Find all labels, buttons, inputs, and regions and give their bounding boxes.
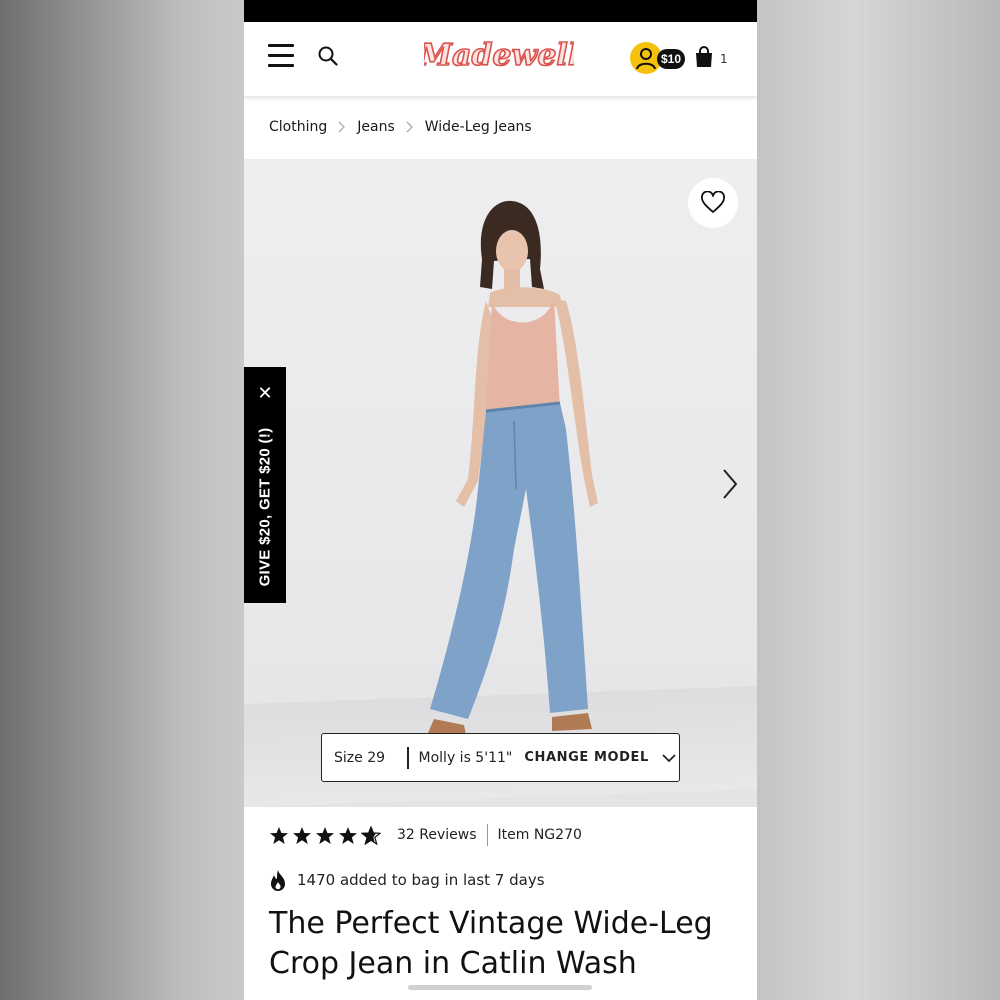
breadcrumb-jeans[interactable]: Jeans bbox=[357, 119, 395, 135]
next-image-arrow-icon[interactable] bbox=[718, 466, 742, 502]
popularity-notice: 1470 added to bag in last 7 days bbox=[268, 868, 545, 892]
brand-logo-text: Madewell bbox=[424, 38, 574, 73]
product-title: The Perfect Vintage Wide-Leg Crop Jean i… bbox=[269, 906, 713, 981]
flame-icon bbox=[271, 869, 285, 891]
product-photo bbox=[428, 200, 598, 735]
phone-screen: Madewell $10 1 Clothing Jeans Wide-Leg J… bbox=[244, 0, 757, 1000]
shopping-bag-icon[interactable] bbox=[695, 46, 713, 68]
bag-count: 1 bbox=[720, 52, 728, 66]
reviews-link[interactable]: 32 Reviews bbox=[397, 827, 477, 843]
chevron-down-icon[interactable] bbox=[661, 753, 677, 763]
item-number: Item NG270 bbox=[497, 827, 582, 843]
change-model-bar[interactable]: Size 29 Molly is 5'11" CHANGE MODEL bbox=[321, 733, 680, 782]
status-bar bbox=[244, 0, 757, 22]
promo-text: GIVE $20, GET $20 (!) bbox=[256, 427, 274, 587]
star-rating[interactable] bbox=[269, 825, 381, 845]
background-right bbox=[757, 0, 1000, 1000]
rating-divider bbox=[486, 824, 488, 846]
site-header: Madewell $10 1 bbox=[244, 22, 757, 96]
brand-logo[interactable]: Madewell bbox=[424, 32, 574, 82]
chevron-right-icon bbox=[338, 121, 346, 133]
breadcrumb-wide-leg-jeans[interactable]: Wide-Leg Jeans bbox=[425, 119, 532, 135]
star-icon bbox=[270, 826, 288, 844]
size-bar-divider bbox=[407, 746, 409, 769]
popularity-text: 1470 added to bag in last 7 days bbox=[297, 871, 545, 889]
star-icon bbox=[316, 826, 334, 844]
product-image-carousel[interactable]: ✕ GIVE $20, GET $20 (!) Size 29 Molly is… bbox=[244, 159, 757, 807]
search-icon[interactable] bbox=[317, 45, 339, 67]
close-icon[interactable]: ✕ bbox=[254, 383, 276, 405]
rating-row: 32 Reviews Item NG270 bbox=[269, 823, 582, 847]
breadcrumb: Clothing Jeans Wide-Leg Jeans bbox=[269, 116, 532, 138]
breadcrumb-clothing[interactable]: Clothing bbox=[269, 119, 327, 135]
half-star-icon bbox=[361, 825, 381, 845]
change-model-button[interactable]: CHANGE MODEL bbox=[524, 750, 649, 765]
wishlist-button[interactable] bbox=[688, 178, 738, 228]
home-indicator bbox=[408, 985, 592, 990]
star-icon bbox=[293, 826, 311, 844]
referral-promo-tab[interactable]: ✕ GIVE $20, GET $20 (!) bbox=[244, 367, 286, 603]
heart-icon bbox=[701, 191, 725, 213]
star-icon bbox=[339, 826, 357, 844]
size-label: Size 29 bbox=[334, 749, 386, 766]
menu-icon[interactable] bbox=[268, 44, 296, 68]
model-label: Molly is 5'11" bbox=[418, 749, 513, 766]
chevron-right-icon bbox=[406, 121, 413, 133]
reward-badge[interactable]: $10 bbox=[657, 49, 686, 69]
